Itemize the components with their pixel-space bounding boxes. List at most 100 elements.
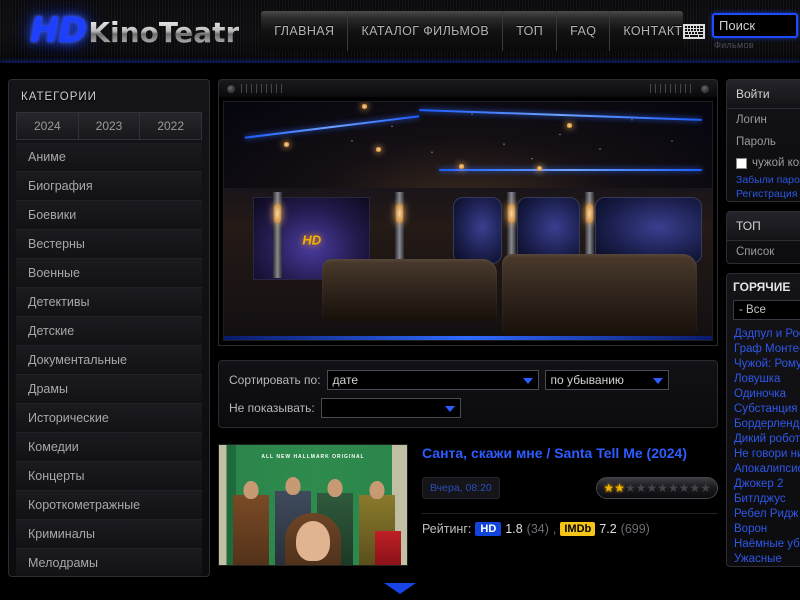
site-logo[interactable]: HD KinoTeatr <box>30 11 239 51</box>
category-item[interactable]: Детские <box>16 317 202 346</box>
hide-filter-select[interactable] <box>320 398 461 418</box>
category-item[interactable]: Драмы <box>16 375 202 404</box>
star-icon[interactable]: ★ <box>668 482 679 494</box>
poster-lead-face <box>296 521 330 561</box>
sort-order-value: по убыванию <box>550 373 624 387</box>
divider <box>422 512 718 514</box>
poster-face-3 <box>327 479 343 497</box>
hot-movie-link[interactable]: Дэдпул и Росомаха <box>727 326 800 341</box>
sort-by-row: Сортировать по: дате по убыванию <box>229 370 707 390</box>
register-link[interactable]: Регистрация <box>727 187 800 201</box>
hot-movie-link[interactable]: Ребел Ридж <box>727 506 800 521</box>
category-item[interactable]: Криминалы <box>16 520 202 549</box>
hot-movie-link[interactable]: Одиночка <box>727 386 800 401</box>
remember-checkbox-row[interactable]: чужой компьютер <box>727 153 800 173</box>
poster-face-2 <box>285 477 301 495</box>
main-navigation: ГЛАВНАЯ КАТАЛОГ ФИЛЬМОВ ТОП FAQ КОНТАКТЫ <box>261 11 683 51</box>
nav-item-home[interactable]: ГЛАВНАЯ <box>261 11 349 51</box>
star-icon[interactable]: ★ <box>603 482 614 494</box>
hot-movie-link[interactable]: Ворон <box>727 521 800 536</box>
remember-label: чужой компьютер <box>752 157 800 169</box>
hot-movie-link[interactable]: Бордерлендс <box>727 416 800 431</box>
hot-movie-link[interactable]: Чужой: Ромул <box>727 356 800 371</box>
chevron-down-icon <box>522 378 533 384</box>
category-item[interactable]: Аниме <box>16 143 202 172</box>
poster-red-accent <box>375 531 401 565</box>
category-item[interactable]: Военные <box>16 259 202 288</box>
porthole-window-1 <box>453 197 503 264</box>
star-icon[interactable]: ★ <box>636 482 647 494</box>
movie-meta-row: Вчера, 08:20 ★ ★ ★ ★ ★ ★ ★ ★ ★ ★ <box>422 476 718 499</box>
nav-item-faq[interactable]: FAQ <box>557 11 611 51</box>
category-item[interactable]: Короткометражные <box>16 491 202 520</box>
theater-couch-back <box>502 254 698 336</box>
star-icon[interactable]: ★ <box>657 482 668 494</box>
star-icon[interactable]: ★ <box>689 482 700 494</box>
sort-field-select[interactable]: дате <box>326 370 539 390</box>
sort-order-select[interactable]: по убыванию <box>544 370 669 390</box>
sort-by-label: Сортировать по: <box>229 373 321 387</box>
star-icon[interactable]: ★ <box>625 482 636 494</box>
movie-ratings-row: Рейтинг: HD 1.8 (34) , IMDb 7.2 (699) <box>422 521 718 536</box>
category-item[interactable]: Документальные <box>16 346 202 375</box>
nav-item-contacts[interactable]: КОНТАКТЫ <box>610 11 683 51</box>
star-icon[interactable]: ★ <box>700 482 711 494</box>
movie-poster[interactable]: ALL NEW HALLMARK ORIGINAL <box>218 444 408 566</box>
category-item[interactable]: Детективы <box>16 288 202 317</box>
year-filter-2022[interactable]: 2022 <box>139 112 203 140</box>
hot-movie-link[interactable]: Ловушка <box>727 371 800 386</box>
category-item[interactable]: Комедии <box>16 433 202 462</box>
hot-panel-title: ГОРЯЧИЕ <box>733 280 791 294</box>
forgot-password-link[interactable]: Забыли пароль? <box>727 173 800 187</box>
chevron-down-icon <box>652 378 663 384</box>
star-icon[interactable]: ★ <box>679 482 690 494</box>
year-filter-2023[interactable]: 2023 <box>77 112 140 140</box>
hot-movie-link[interactable]: Субстанция <box>727 401 800 416</box>
top-panel-item[interactable]: Список <box>727 241 800 263</box>
year-filter-2024[interactable]: 2024 <box>16 112 78 140</box>
logo-name-text: KinoTeatr <box>88 16 240 49</box>
category-item[interactable]: Биография <box>16 172 202 201</box>
decor-ticks-right <box>650 84 695 93</box>
login-password-field[interactable]: Пароль <box>727 131 800 153</box>
hot-movie-link[interactable]: Джокер 2 <box>727 476 800 491</box>
decor-knob-right <box>701 85 709 93</box>
panel-decor-bar <box>218 79 718 97</box>
poster-person-1 <box>233 481 269 565</box>
keyboard-icon[interactable] <box>683 23 705 39</box>
movie-title-link[interactable]: Санта, скажи мне / Santa Tell Me (2024) <box>422 444 718 463</box>
site-header: HD KinoTeatr ГЛАВНАЯ КАТАЛОГ ФИЛЬМОВ ТОП… <box>0 0 800 63</box>
rating-label: Рейтинг: <box>422 521 472 536</box>
search-input[interactable] <box>712 12 798 38</box>
login-username-field[interactable]: Логин <box>727 109 800 131</box>
category-item[interactable]: Концерты <box>16 462 202 491</box>
star-rating-widget[interactable]: ★ ★ ★ ★ ★ ★ ★ ★ ★ ★ <box>596 476 718 499</box>
theater-couch-front <box>321 259 498 321</box>
checkbox-icon[interactable] <box>736 157 747 169</box>
star-icon[interactable]: ★ <box>614 482 625 494</box>
chevron-down-icon <box>444 406 455 412</box>
category-item[interactable]: Вестерны <box>16 230 202 259</box>
hot-movie-link[interactable]: Не говори никому <box>727 446 800 461</box>
category-item[interactable]: Мелодрамы <box>16 549 202 576</box>
nav-item-catalog[interactable]: КАТАЛОГ ФИЛЬМОВ <box>348 11 504 51</box>
imdb-rating-badge: IMDb <box>560 521 596 536</box>
hot-movie-link[interactable]: Апокалипсис <box>727 461 800 476</box>
poster-face-1 <box>243 481 259 499</box>
hot-movie-link[interactable]: Граф Монте-Кристо <box>727 341 800 356</box>
top-panel: ТОП Список <box>726 211 800 264</box>
category-list: Аниме Биография Боевики Вестерны Военные Дете… <box>9 143 209 576</box>
nav-item-top[interactable]: ТОП <box>503 11 558 51</box>
hot-movie-link[interactable]: Ужасные <box>727 551 800 566</box>
category-item[interactable]: Боевики <box>16 201 202 230</box>
page-body: КАТЕГОРИИ 2024 2023 2022 Аниме Биография Б… <box>0 63 800 594</box>
star-icon[interactable]: ★ <box>646 482 657 494</box>
hot-filter-select[interactable]: - Все <box>733 300 800 320</box>
hot-movie-link[interactable]: Наёмные убийцы <box>727 536 800 551</box>
hot-panel: ГОРЯЧИЕ - Все Дэдпул и РосомахаГраф Монт… <box>726 273 800 567</box>
hot-movie-link[interactable]: Дикий робот <box>727 431 800 446</box>
category-item[interactable]: Исторические <box>16 404 202 433</box>
year-filter-row: 2024 2023 2022 <box>16 112 203 140</box>
hot-movie-link[interactable]: Битлджус <box>727 491 800 506</box>
home-theater-banner-image[interactable]: HD <box>223 101 713 341</box>
